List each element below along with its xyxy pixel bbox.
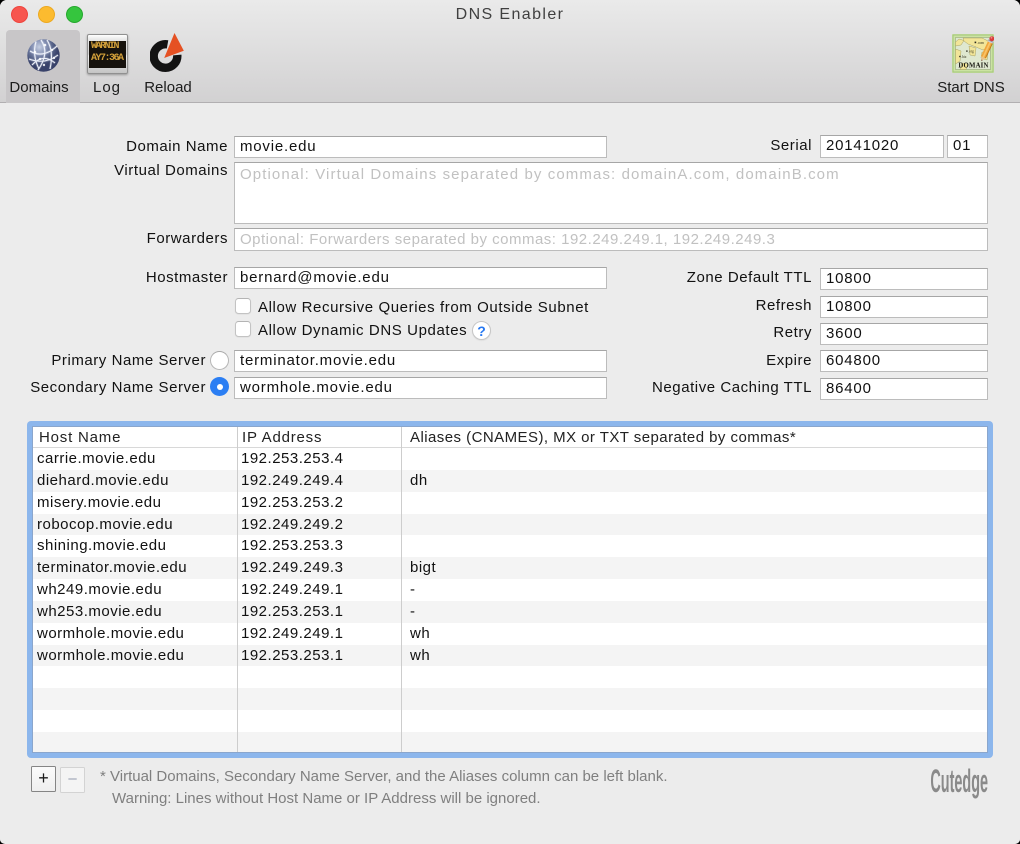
svg-text:.com: .com (977, 41, 984, 45)
svg-text:DOMAIN: DOMAIN (958, 63, 988, 70)
svg-text:.org: .org (968, 50, 974, 54)
svg-text:.biz: .biz (961, 55, 967, 59)
